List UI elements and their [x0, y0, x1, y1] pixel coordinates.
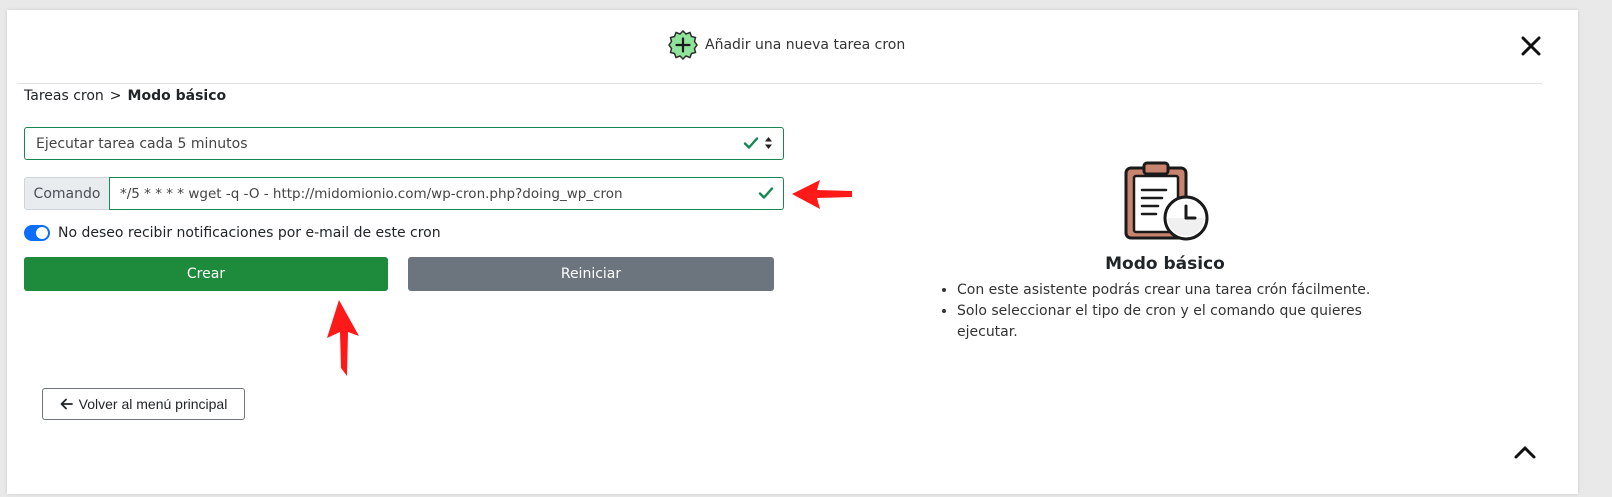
- modal-title-text: Añadir una nueva tarea cron: [705, 37, 906, 53]
- back-button-label: Volver al menú principal: [78, 396, 228, 412]
- breadcrumb: Tareas cron > Modo básico: [24, 88, 226, 104]
- command-label: Comando: [24, 177, 109, 210]
- create-button[interactable]: Crear: [24, 257, 388, 291]
- info-bullet: Con este asistente podrás crear una tare…: [957, 280, 1405, 301]
- command-input[interactable]: [109, 177, 784, 210]
- command-input-group: Comando: [24, 177, 784, 210]
- back-to-main-menu-button[interactable]: Volver al menú principal: [42, 388, 245, 420]
- chevron-up-icon[interactable]: [1511, 442, 1539, 462]
- info-list: Con este asistente podrás crear una tare…: [933, 280, 1405, 343]
- schedule-select-value: Ejecutar tarea cada 5 minutos: [36, 135, 248, 152]
- info-bullet: Solo seleccionar el tipo de cron y el co…: [957, 301, 1405, 343]
- select-arrows-icon: [765, 137, 772, 149]
- reset-button[interactable]: Reiniciar: [408, 257, 774, 291]
- valid-check-icon: [743, 137, 759, 149]
- modal-title: Añadir una nueva tarea cron: [667, 28, 905, 62]
- toggle-knob: [36, 227, 48, 239]
- annotation-arrow-create: [327, 300, 359, 376]
- clipboard-clock-icon: [1124, 161, 1209, 241]
- schedule-select[interactable]: Ejecutar tarea cada 5 minutos: [24, 127, 784, 160]
- plus-badge-icon: [668, 29, 698, 61]
- notifications-toggle-row: No deseo recibir notificaciones por e-ma…: [24, 225, 441, 241]
- breadcrumb-current: Modo básico: [127, 88, 227, 104]
- valid-check-icon: [758, 187, 774, 199]
- notifications-toggle[interactable]: [24, 225, 50, 241]
- breadcrumb-parent[interactable]: Tareas cron: [24, 88, 104, 104]
- annotation-arrow-command: [792, 180, 852, 209]
- modal-header: Añadir una nueva tarea cron: [17, 10, 1542, 84]
- modal-card: Añadir una nueva tarea cron Tareas cron >…: [7, 10, 1578, 494]
- info-title: Modo básico: [1105, 254, 1225, 274]
- notifications-toggle-label: No deseo recibir notificaciones por e-ma…: [58, 225, 441, 241]
- breadcrumb-separator: >: [109, 88, 122, 104]
- close-icon[interactable]: [1517, 32, 1545, 60]
- arrow-left-icon: [60, 398, 73, 410]
